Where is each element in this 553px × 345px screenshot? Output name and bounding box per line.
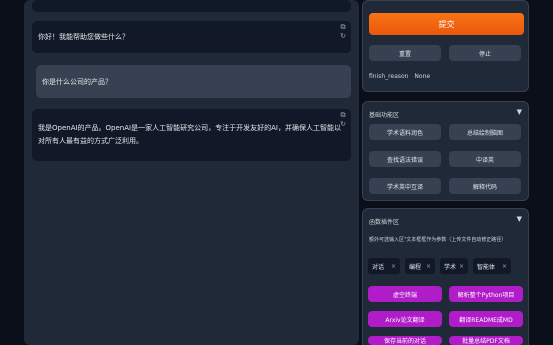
filter-tag[interactable]: 智能体 × (473, 258, 511, 274)
plugin-button[interactable]: Arxiv论文翻译 (368, 311, 442, 327)
finish-reason: finish_reason None (369, 73, 430, 80)
function-button[interactable]: 学术语料润色 (369, 124, 441, 140)
message-text: 你是什么公司的产品？ (42, 78, 112, 86)
copy-icon[interactable]: ⧉ (341, 111, 346, 119)
filter-tag[interactable]: 编程 × (405, 258, 435, 274)
filter-tag[interactable]: 学术 × (440, 258, 468, 274)
close-icon[interactable]: × (502, 263, 507, 270)
plugin-button[interactable]: 保存当前的对话 (368, 336, 442, 345)
chat-message-user: 你是什么公司的产品？ (36, 65, 351, 98)
stop-button[interactable]: 停止 (449, 45, 521, 61)
finish-reason-value: None (414, 73, 431, 80)
function-button[interactable]: 查找语法错误 (369, 151, 441, 167)
control-panel: 提交 重置 停止 finish_reason None (362, 0, 529, 92)
function-button[interactable]: 中译英 (449, 151, 521, 167)
close-icon[interactable]: × (391, 263, 396, 270)
collapse-toggle-icon[interactable]: ▼ (517, 215, 522, 223)
message-text-line: 对所有人最有益的方式广泛利用。 (38, 137, 143, 145)
regenerate-icon[interactable]: ↻ (340, 120, 346, 128)
plugin-button[interactable]: 解析整个Python项目 (449, 286, 523, 302)
reset-button[interactable]: 重置 (369, 45, 441, 61)
filter-tag[interactable]: 对话 × (368, 258, 400, 274)
panel-title: 函数插件区 (369, 219, 400, 226)
regenerate-icon[interactable]: ↻ (340, 32, 346, 40)
plugin-button[interactable]: 虚空终端 (368, 286, 442, 302)
collapse-toggle-icon[interactable]: ▼ (517, 108, 522, 116)
function-button[interactable]: 总结绘制脑图 (449, 124, 521, 140)
tag-label: 学术 (444, 263, 457, 271)
chat-message-bot (32, 0, 351, 12)
tag-label: 智能体 (477, 263, 496, 271)
tag-label: 对话 (372, 263, 385, 271)
chat-message-bot: 我是OpenAI的产品。OpenAI是一家人工智能研究公司，专注于开发友好的AI… (32, 109, 351, 161)
submit-button[interactable]: 提交 (369, 13, 524, 35)
close-icon[interactable]: × (426, 263, 431, 270)
tag-label: 编程 (409, 263, 422, 271)
close-icon[interactable]: × (459, 263, 464, 270)
plugin-button[interactable]: 批量总结PDF文档 (449, 336, 523, 345)
plugin-button[interactable]: 翻译README成MD (449, 311, 523, 327)
plugin-hint: 额外可选输入区"文本框框作为参数（上传文件自动修正路径） (369, 237, 507, 243)
message-text-line: 我是OpenAI的产品。OpenAI是一家人工智能研究公司，专注于开发友好的AI… (38, 124, 341, 132)
message-text: 你好！我能帮助您做些什么？ (38, 33, 129, 41)
function-button[interactable]: 学术英中互译 (369, 178, 441, 194)
chat-panel: 你好！我能帮助您做些什么？ ⧉ ↻ 你是什么公司的产品？ 我是OpenAI的产品… (24, 0, 359, 345)
chat-message-bot: 你好！我能帮助您做些什么？ ⧉ ↻ (32, 21, 351, 53)
panel-title: 基础功能区 (369, 112, 400, 119)
copy-icon[interactable]: ⧉ (341, 23, 346, 31)
function-button[interactable]: 解释代码 (449, 178, 521, 194)
finish-reason-label: finish_reason (369, 73, 409, 80)
basic-functions-panel: 基础功能区 ▼ 学术语料润色 总结绘制脑图 查找语法错误 中译英 学术英中互译 … (362, 101, 529, 201)
